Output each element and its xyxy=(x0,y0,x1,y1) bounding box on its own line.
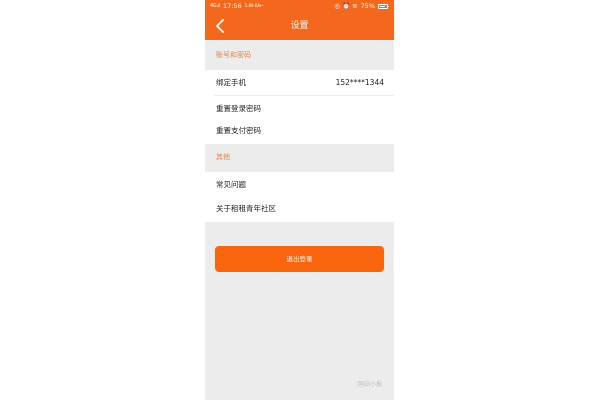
nav-bar: 设置 xyxy=(205,12,394,40)
phone-screen: 4G.ıl 17:56 5.89 K/s ··· ◎ ⏰ ≋ 75% 设置 账号… xyxy=(205,0,394,400)
settings-item-about[interactable]: 关于租租青年社区 xyxy=(205,196,394,222)
settings-item-bind-phone[interactable]: 绑定手机 152****1344 xyxy=(205,70,394,96)
signal-icon: 4G.ıl xyxy=(210,3,220,9)
settings-item-label: 关于租租青年社区 xyxy=(216,204,276,213)
watermark: 网站小报 xyxy=(357,381,382,388)
battery-percent: 75% xyxy=(360,2,375,10)
status-bar-left: 4G.ıl 17:56 5.89 K/s ··· xyxy=(210,0,264,12)
network-speed: 5.89 K/s xyxy=(244,3,261,8)
status-bar-right: ◎ ⏰ ≋ 75% xyxy=(334,0,389,12)
settings-item-faq[interactable]: 常见问题 xyxy=(205,172,394,198)
settings-item-label: 重置支付密码 xyxy=(216,126,261,135)
page-title: 设置 xyxy=(290,21,309,31)
bound-phone-number: 152****1344 xyxy=(335,78,384,87)
section-header-other: 其他 xyxy=(205,144,394,170)
battery-fill xyxy=(380,5,385,7)
more-notifications-icon: ··· xyxy=(257,2,264,10)
settings-item-label: 常见问题 xyxy=(216,180,246,189)
logout-button[interactable]: 退出登录 xyxy=(215,246,384,272)
settings-item-label: 重置登录密码 xyxy=(216,104,261,113)
status-time: 17:56 xyxy=(222,2,242,10)
section-header-account: 账号和密码 xyxy=(205,42,394,68)
settings-item-reset-pay-password[interactable]: 重置支付密码 xyxy=(205,118,394,144)
status-bar: 4G.ıl 17:56 5.89 K/s ··· ◎ ⏰ ≋ 75% xyxy=(205,0,394,12)
settings-item-label: 绑定手机 xyxy=(216,78,246,87)
battery-icon xyxy=(378,3,389,9)
location-alarm-wifi-icons: ◎ ⏰ ≋ xyxy=(334,2,358,10)
